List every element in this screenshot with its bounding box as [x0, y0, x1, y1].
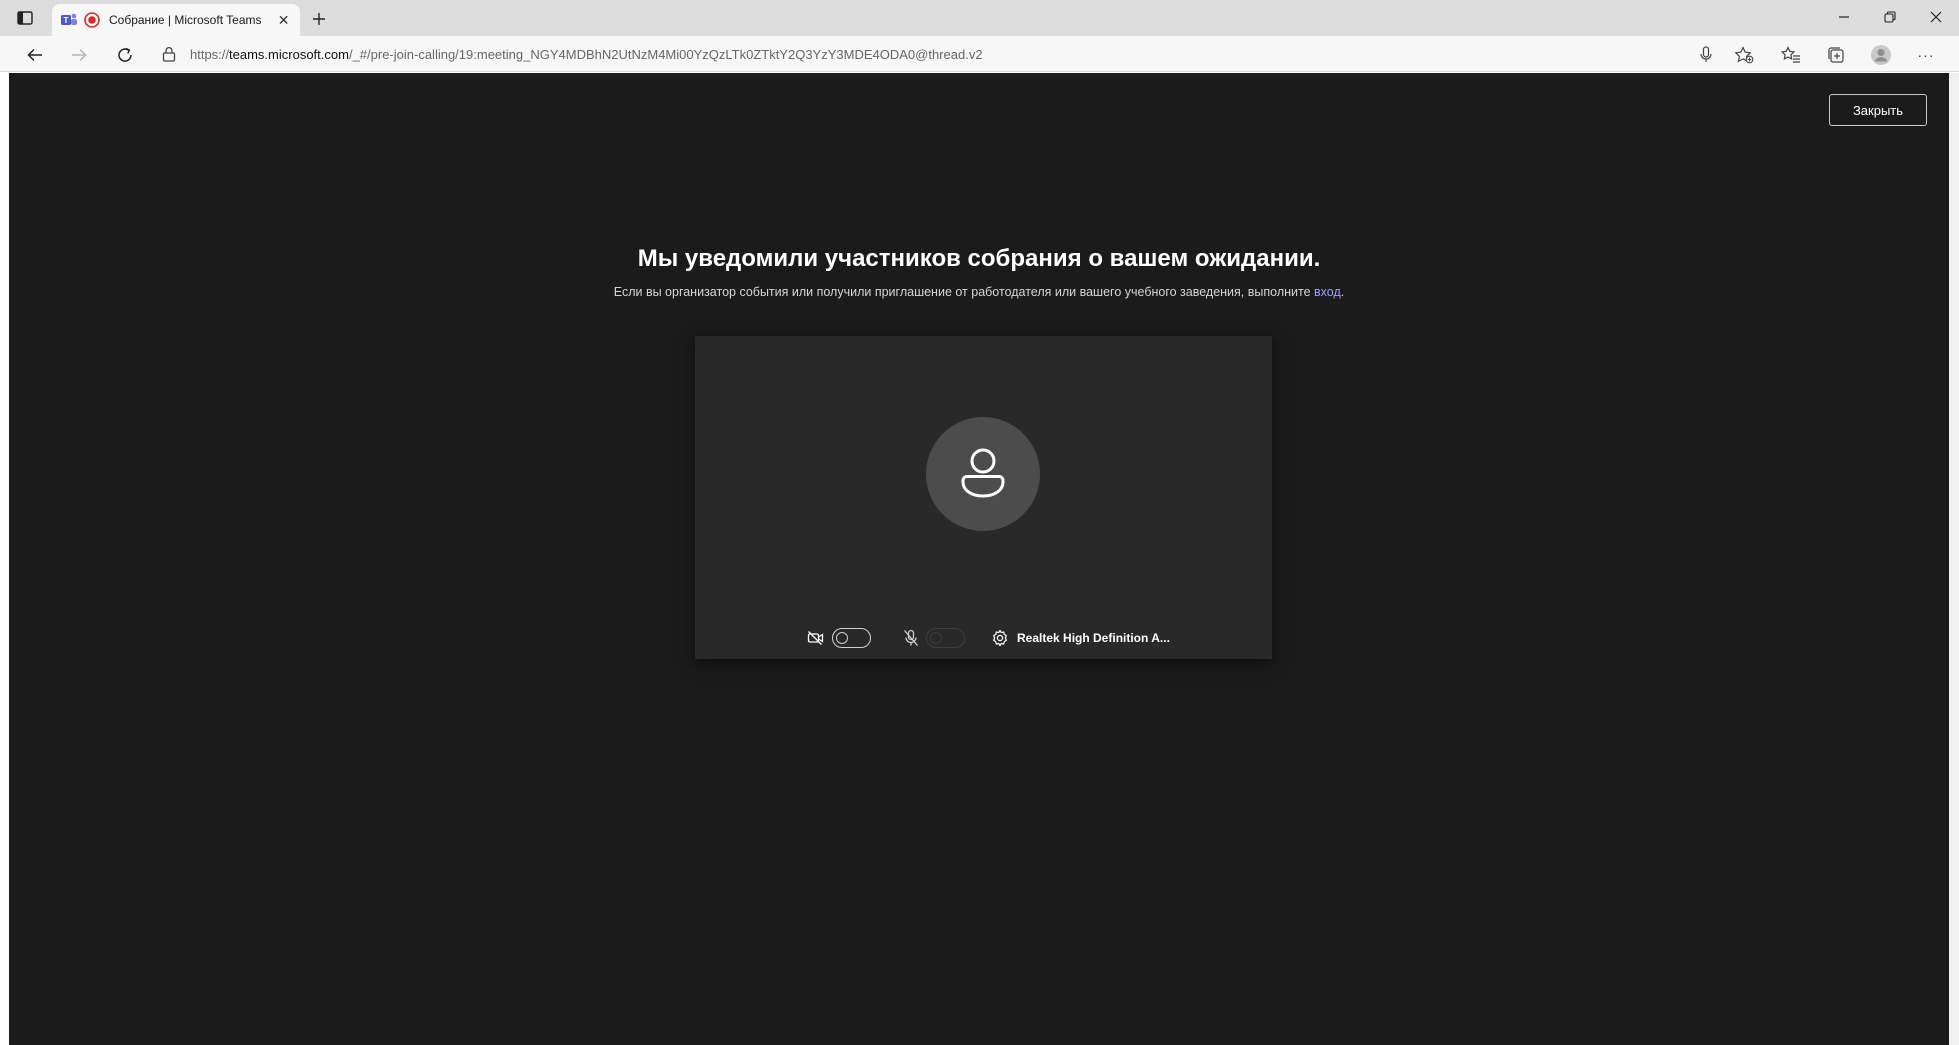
camera-control — [807, 626, 871, 650]
refresh-icon[interactable] — [112, 42, 138, 68]
favorites-icon[interactable] — [1778, 42, 1804, 68]
plus-icon[interactable] — [306, 6, 332, 32]
window-close-icon[interactable] — [1913, 0, 1959, 34]
read-aloud-icon[interactable] — [1693, 42, 1719, 68]
audio-device-settings[interactable]: Realtek High Definition A... — [991, 626, 1170, 650]
lock-icon[interactable] — [160, 45, 178, 63]
tab-strip: T Собрание | Microsoft Teams ✕ — [0, 0, 1959, 36]
address-bar[interactable]: https://teams.microsoft.com/_#/pre-join-… — [160, 41, 1720, 67]
sign-in-hint-text: Если вы организатор события или получили… — [613, 285, 1315, 299]
profile-icon[interactable] — [1868, 42, 1894, 68]
add-favorite-icon[interactable] — [1731, 42, 1757, 68]
sign-in-hint-end: . — [1340, 285, 1345, 299]
collections-icon[interactable] — [1823, 42, 1849, 68]
restore-icon[interactable] — [1867, 0, 1913, 34]
url-path: /_#/pre-join-calling/19:meeting_NGY4MDBh… — [348, 46, 983, 62]
audio-device-label: Realtek High Definition A... — [1017, 631, 1170, 645]
page-scrollbar[interactable] — [1949, 73, 1959, 1045]
recording-icon — [84, 12, 100, 28]
close-button[interactable]: Закрыть — [1829, 94, 1927, 126]
avatar — [926, 417, 1040, 531]
minimize-icon[interactable] — [1821, 0, 1867, 34]
window-controls — [1821, 0, 1959, 34]
url-prefix: https:// — [190, 46, 230, 62]
url-host: teams.microsoft.com — [229, 46, 349, 62]
video-preview: Realtek High Definition A... — [695, 336, 1272, 659]
sign-in-hint: Если вы организатор события или получили… — [9, 285, 1949, 299]
close-icon[interactable]: ✕ — [275, 11, 292, 29]
camera-toggle[interactable] — [832, 628, 871, 648]
camera-off-icon — [807, 630, 825, 646]
forward-arrow-icon[interactable] — [66, 42, 92, 68]
mic-off-icon — [903, 629, 919, 647]
browser-window: T Собрание | Microsoft Teams ✕ https:// … — [0, 0, 1959, 1045]
mic-control — [903, 626, 965, 650]
svg-text:T: T — [64, 16, 69, 25]
browser-tab[interactable]: T Собрание | Microsoft Teams ✕ — [52, 4, 300, 36]
person-icon — [961, 448, 1005, 498]
mic-toggle — [926, 628, 965, 648]
teams-icon: T — [60, 11, 78, 29]
tab-actions-icon[interactable] — [14, 7, 36, 29]
more-icon[interactable]: ··· — [1913, 42, 1939, 68]
meeting-lobby-page: Закрыть Мы уведомили участников собрания… — [9, 73, 1949, 1045]
settings-icon — [991, 629, 1009, 647]
device-controls: Realtek High Definition A... — [695, 626, 1272, 650]
sign-in-link[interactable]: вход — [1314, 285, 1341, 299]
tab-title: Собрание | Microsoft Teams — [109, 13, 262, 27]
page-title: Мы уведомили участников собрания о вашем… — [637, 245, 1321, 272]
browser-toolbar: https://teams.microsoft.com/_#/pre-join-… — [0, 36, 1959, 72]
back-arrow-icon[interactable] — [22, 42, 48, 68]
